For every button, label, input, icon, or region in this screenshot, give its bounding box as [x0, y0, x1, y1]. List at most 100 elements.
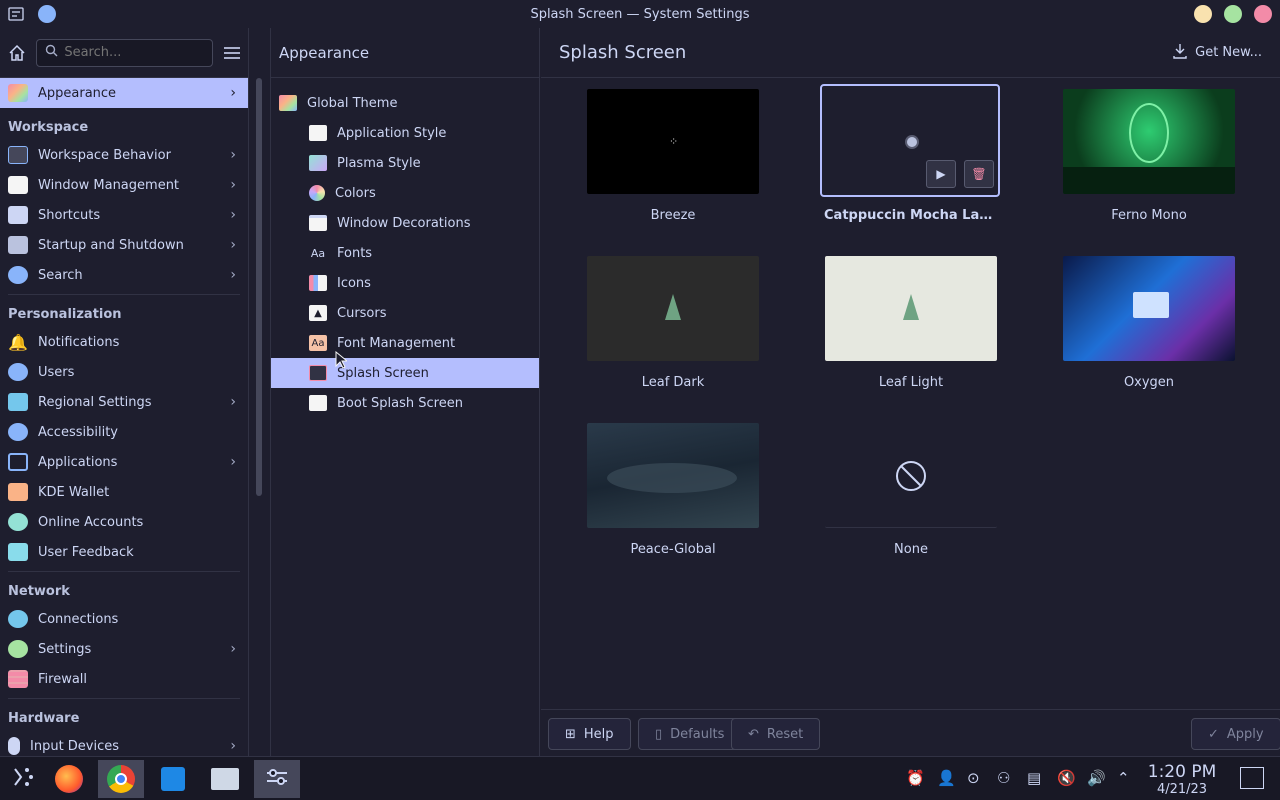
help-button[interactable]: ⊞ Help: [548, 718, 631, 750]
sidebar-item-window-management[interactable]: Window Management ›: [0, 170, 248, 200]
search-input[interactable]: [64, 45, 205, 60]
sidebar-item-accessibility[interactable]: Accessibility: [0, 417, 248, 447]
sidebar-item-appearance[interactable]: Appearance ›: [0, 78, 248, 108]
nav-item-splash-screen[interactable]: Splash Screen: [271, 358, 539, 388]
window-decorations-icon: [309, 215, 327, 231]
sidebar-item-connections[interactable]: Connections: [0, 604, 248, 634]
minimize-button[interactable]: [1194, 5, 1212, 23]
delete-button[interactable]: 🗑: [964, 160, 994, 188]
sidebar-item-startup-shutdown[interactable]: Startup and Shutdown ›: [0, 230, 248, 260]
get-new-button[interactable]: Get New...: [1173, 43, 1262, 63]
firefox-taskbar-button[interactable]: [46, 760, 92, 798]
nav-item-fonts[interactable]: Aa Fonts: [271, 238, 539, 268]
theme-name: Ferno Mono: [1111, 208, 1187, 223]
close-button[interactable]: [1254, 5, 1272, 23]
window-menu-icon[interactable]: [8, 7, 24, 21]
sidebar-item-online-accounts[interactable]: Online Accounts: [0, 507, 248, 537]
application-style-icon: [309, 125, 327, 141]
theme-tile-breeze[interactable]: ⁘ Breeze: [586, 88, 764, 238]
sidebar-item-kde-wallet[interactable]: KDE Wallet: [0, 477, 248, 507]
hamburger-menu-icon[interactable]: [223, 43, 240, 63]
clipboard-icon[interactable]: ▤: [1027, 769, 1041, 787]
show-desktop-button[interactable]: [1240, 767, 1264, 789]
maximize-button[interactable]: [1224, 5, 1242, 23]
theme-preview: ⁘: [587, 89, 759, 194]
mute-icon[interactable]: 🔇: [1057, 769, 1076, 787]
sidebar-item-user-feedback[interactable]: User Feedback: [0, 537, 248, 567]
sidebar-item-label: Regional Settings: [38, 394, 152, 410]
theme-tile-peace-global[interactable]: Peace-Global: [586, 422, 764, 572]
theme-name: Breeze: [650, 208, 696, 223]
theme-tile-leaf-light[interactable]: Leaf Light: [824, 255, 1002, 405]
sidebar-item-label: Appearance: [38, 85, 117, 101]
sidebar-item-users[interactable]: Users: [0, 357, 248, 387]
app-launcher-button[interactable]: [0, 760, 46, 798]
nav-item-boot-splash-screen[interactable]: Boot Splash Screen: [271, 388, 539, 418]
sidebar-scrollbar[interactable]: [256, 78, 262, 496]
mouse-pointer-icon: [335, 350, 349, 373]
workspace-behavior-icon: [8, 146, 28, 164]
nav-item-icons[interactable]: Icons: [271, 268, 539, 298]
theme-tile-ferno-mono[interactable]: Ferno Mono: [1062, 88, 1240, 238]
globe-icon: [8, 610, 28, 628]
search-box[interactable]: [36, 38, 214, 67]
fonts-icon: Aa: [310, 246, 326, 260]
sidebar-item-shortcuts[interactable]: Shortcuts ›: [0, 200, 248, 230]
nav-item-font-management[interactable]: Aa Font Management: [271, 328, 539, 358]
nav-item-label: Plasma Style: [337, 155, 421, 171]
theme-tile-none[interactable]: None: [824, 422, 1002, 572]
sidebar-item-firewall[interactable]: Firewall: [0, 664, 248, 694]
sidebar-item-input-devices[interactable]: Input Devices ›: [0, 731, 248, 756]
volume-icon[interactable]: 🔊: [1087, 769, 1106, 787]
nav-item-label: Font Management: [337, 335, 456, 351]
apply-button[interactable]: ✓ Apply: [1191, 718, 1280, 750]
sidebar-item-label: Online Accounts: [38, 514, 144, 530]
nav-item-window-decorations[interactable]: Window Decorations: [271, 208, 539, 238]
theme-tile-leaf-dark[interactable]: Leaf Dark: [586, 255, 764, 405]
settings-sliders-icon: [265, 767, 289, 791]
sidebar-item-workspace-behavior[interactable]: Workspace Behavior ›: [0, 140, 248, 170]
none-icon: [895, 460, 927, 496]
appearance-icon: [8, 84, 28, 102]
nav-item-label: Window Decorations: [337, 215, 471, 231]
section-heading-personalization: Personalization: [8, 307, 122, 322]
nav-item-cursors[interactable]: ▲ Cursors: [271, 298, 539, 328]
theme-name: Catppuccin Mocha Laven...: [824, 208, 998, 223]
firefox-icon: [55, 765, 83, 793]
clock-time: 1:20 PM: [1147, 762, 1217, 782]
theme-tile-oxygen[interactable]: Oxygen: [1062, 255, 1240, 405]
sidebar-item-network-settings[interactable]: Settings ›: [0, 634, 248, 664]
home-icon[interactable]: [8, 42, 26, 64]
system-settings-taskbar-button[interactable]: [254, 760, 300, 798]
nav-item-application-style[interactable]: Application Style: [271, 118, 539, 148]
sidebar-item-search[interactable]: Search ›: [0, 260, 248, 290]
taskbar: ⏰ 👤 ⊙ ⚇ ▤ 🔇 🔊 ⌃ 1:20 PM 4/21/23: [0, 756, 1280, 800]
sidebar-item-label: Users: [38, 364, 75, 380]
sidebar-item-regional-settings[interactable]: Regional Settings ›: [0, 387, 248, 417]
theme-preview: [1063, 256, 1235, 361]
store-taskbar-button[interactable]: [150, 760, 196, 798]
nav-item-global-theme[interactable]: Global Theme: [271, 88, 539, 118]
chrome-taskbar-button[interactable]: [98, 760, 144, 798]
accounts-icon[interactable]: ⚇: [997, 769, 1010, 787]
user-icon[interactable]: 👤: [937, 769, 956, 787]
alarm-icon[interactable]: ⏰: [906, 769, 925, 787]
keep-above-button[interactable]: [38, 5, 56, 23]
chevron-right-icon: ›: [230, 738, 236, 754]
globe-icon: [8, 640, 28, 658]
clock[interactable]: 1:20 PM 4/21/23: [1140, 762, 1224, 797]
sidebar-item-applications[interactable]: Applications ›: [0, 447, 248, 477]
defaults-button[interactable]: ▯ Defaults: [638, 718, 742, 750]
theme-tile-catppuccin[interactable]: ▶ 🗑 Catppuccin Mocha Laven...: [820, 84, 1002, 238]
chevron-right-icon: ›: [230, 394, 236, 410]
button-label: Defaults: [670, 726, 725, 742]
update-icon[interactable]: ⊙: [967, 769, 980, 787]
nav-item-plasma-style[interactable]: Plasma Style: [271, 148, 539, 178]
files-taskbar-button[interactable]: [202, 760, 248, 798]
reset-button[interactable]: ↶ Reset: [731, 718, 821, 750]
sidebar-item-notifications[interactable]: 🔔 Notifications: [0, 327, 248, 357]
chevron-up-icon[interactable]: ⌃: [1117, 769, 1130, 787]
nav-item-colors[interactable]: Colors: [271, 178, 539, 208]
sidebar-item-label: Workspace Behavior: [38, 147, 171, 163]
preview-button[interactable]: ▶: [926, 160, 956, 188]
